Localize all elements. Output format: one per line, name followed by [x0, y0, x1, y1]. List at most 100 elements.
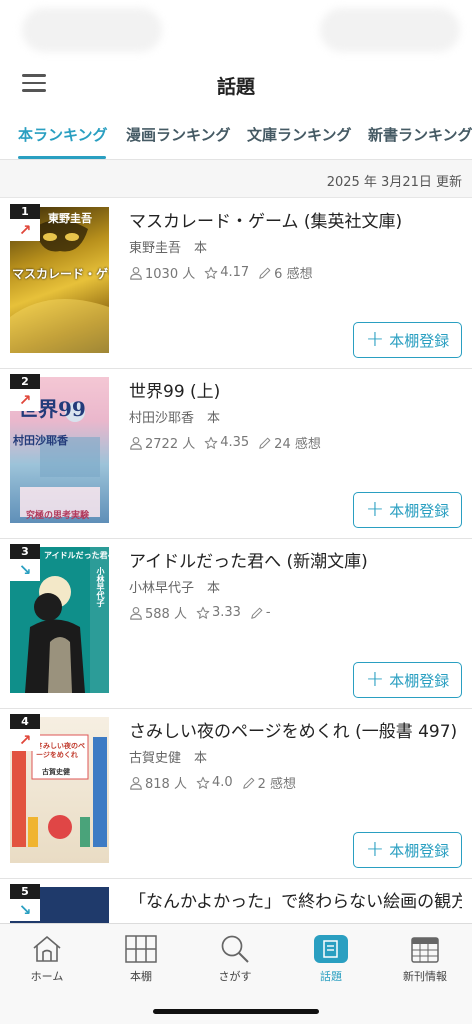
book-stats: 1030 人 4.17 6 感想 — [129, 263, 322, 282]
book-author[interactable]: 村田沙耶香 本 — [129, 407, 220, 426]
pencil-icon — [259, 267, 271, 279]
tabbar-label: ホーム — [30, 970, 64, 983]
reviews-count: - — [265, 605, 271, 620]
calendar-icon — [378, 932, 472, 966]
tabbar-label: 新刊情報 — [403, 970, 447, 983]
plus-icon: + — [365, 497, 385, 522]
status-bar-blurred-right — [320, 8, 460, 52]
readers-count: 588 人 — [145, 607, 187, 622]
readers-stat: 2722 人 — [129, 433, 195, 452]
readers-stat: 818 人 — [129, 773, 187, 792]
rating-stat: 4.35 — [204, 435, 249, 450]
add-to-bookshelf-button[interactable]: + 本棚登録 — [353, 832, 462, 868]
app-header: 話題 — [0, 60, 472, 108]
cover-author-text: 古賀史健 — [42, 767, 70, 776]
add-to-bookshelf-label: 本棚登録 — [389, 501, 450, 520]
cover-title-text: マスカレード・ゲーム — [12, 267, 109, 281]
ranking-row[interactable]: 5 ↘ 「なんかよかった」で終わらない絵画の観方 — [0, 879, 472, 1024]
book-author[interactable]: 東野圭吾 本 — [129, 237, 207, 256]
book-stats: 588 人 3.33 - — [129, 603, 280, 622]
status-bar-blurred-left — [22, 8, 162, 52]
pencil-icon — [259, 437, 271, 449]
bottom-tab-bar: ホーム 本棚 さがす 話題 新刊情報 — [0, 923, 472, 1024]
ranking-row[interactable]: 2 ↗ 世界99 村田沙耶香 究極の思考実験 世界99 (上) 村田沙耶香 本 … — [0, 369, 472, 539]
person-icon — [130, 776, 142, 790]
tabbar-new-releases[interactable]: 新刊情報 — [378, 932, 472, 984]
tabbar-home[interactable]: ホーム — [0, 932, 94, 984]
rank-badge: 1 — [10, 204, 40, 219]
book-title[interactable]: さみしい夜のページをめくれ (一般書 497) — [129, 717, 462, 742]
reviews-stat: - — [250, 605, 271, 620]
reviews-stat: 24 感想 — [258, 433, 321, 452]
tabbar-search[interactable]: さがす — [188, 932, 282, 984]
page-title: 話題 — [216, 76, 255, 98]
arrow-down-right-icon: ↘ — [10, 899, 40, 921]
plus-icon: + — [365, 327, 385, 352]
rank-badge: 5 — [10, 884, 40, 899]
cover-title-text: アイドルだった君へ — [44, 550, 109, 560]
book-stats: 818 人 4.0 2 感想 — [129, 773, 305, 792]
rank-badge: 3 — [10, 544, 40, 559]
book-title[interactable]: 「なんかよかった」で終わらない絵画の観方 — [129, 887, 462, 912]
reviews-count: 6 感想 — [274, 267, 313, 282]
reviews-count: 2 感想 — [257, 777, 297, 792]
ranking-row[interactable]: 1 ↗ マスカレード・ゲーム 東野圭吾 マスカレード・ゲーム (集英社文庫) 東… — [0, 199, 472, 369]
tabbar-bookshelf[interactable]: 本棚 — [94, 932, 188, 984]
rating-stat: 4.0 — [196, 775, 233, 790]
book-title[interactable]: アイドルだった君へ (新潮文庫) — [129, 547, 462, 572]
reviews-count: 24 感想 — [274, 437, 321, 452]
tabbar-topics[interactable]: 話題 — [284, 932, 378, 984]
add-to-bookshelf-button[interactable]: + 本棚登録 — [353, 322, 462, 358]
cover-subtitle-text: 究極の思考実験 — [26, 511, 90, 521]
topic-book-icon — [284, 932, 378, 966]
ranking-row[interactable]: 3 ↘ アイドルだった君へ 小林早代子 アイドルだった君へ (新潮文庫) 小林早… — [0, 539, 472, 709]
add-to-bookshelf-button[interactable]: + 本棚登録 — [353, 492, 462, 528]
person-icon — [130, 266, 142, 280]
star-icon — [204, 436, 218, 449]
add-to-bookshelf-label: 本棚登録 — [389, 331, 450, 350]
person-icon — [130, 606, 142, 620]
book-title[interactable]: マスカレード・ゲーム (集英社文庫) — [129, 207, 462, 232]
book-author[interactable]: 小林早代子 本 — [129, 577, 220, 596]
plus-icon: + — [365, 667, 385, 692]
tabbar-label: 本棚 — [130, 970, 152, 983]
rating-value: 3.33 — [211, 605, 241, 620]
book-title[interactable]: 世界99 (上) — [129, 377, 462, 402]
update-date-bar: 2025 年 3月21日 更新 — [0, 160, 472, 198]
tabbar-label: 話題 — [320, 970, 342, 983]
tab-bunko-ranking[interactable]: 文庫ランキング — [247, 124, 352, 145]
add-to-bookshelf-label: 本棚登録 — [389, 841, 450, 860]
tab-book-ranking[interactable]: 本ランキング — [18, 124, 108, 145]
tab-shinsho-ranking[interactable]: 新書ランキング — [368, 124, 472, 145]
book-author[interactable]: 古賀史健 本 — [129, 747, 207, 766]
person-icon — [130, 436, 142, 450]
cover-author-text: 東野圭吾 — [48, 212, 92, 225]
rank-badge: 2 — [10, 374, 40, 389]
cover-author-text: 小林早代子 — [96, 567, 106, 607]
rating-value: 4.35 — [220, 435, 250, 450]
pencil-icon — [242, 777, 254, 789]
readers-count: 2722 人 — [145, 437, 196, 452]
bookshelf-icon — [94, 932, 188, 966]
rating-value: 4.17 — [220, 265, 250, 280]
cover-title-text: さみしい夜のページをめくれ — [36, 741, 85, 759]
add-to-bookshelf-label: 本棚登録 — [389, 671, 450, 690]
rating-stat: 4.17 — [204, 265, 249, 280]
readers-stat: 588 人 — [129, 603, 187, 622]
cover-author-text: 村田沙耶香 — [13, 434, 68, 447]
arrow-down-right-icon: ↘ — [10, 559, 40, 581]
readers-count: 818 人 — [145, 777, 187, 792]
home-indicator — [153, 1009, 319, 1014]
rating-value: 4.0 — [211, 775, 233, 790]
tab-manga-ranking[interactable]: 漫画ランキング — [126, 124, 231, 145]
star-icon — [196, 606, 210, 619]
ranking-list: 1 ↗ マスカレード・ゲーム 東野圭吾 マスカレード・ゲーム (集英社文庫) 東… — [0, 199, 472, 1024]
ranking-row[interactable]: 4 ↗ さみしい夜のページをめくれ 古賀史健 さみしい夜のページをめくれ (一般… — [0, 709, 472, 879]
status-bar — [0, 0, 472, 60]
arrow-up-right-icon: ↗ — [10, 729, 40, 751]
reviews-stat: 2 感想 — [242, 773, 296, 792]
readers-stat: 1030 人 — [129, 263, 195, 282]
add-to-bookshelf-button[interactable]: + 本棚登録 — [353, 662, 462, 698]
rank-badge: 4 — [10, 714, 40, 729]
star-icon — [204, 266, 218, 279]
